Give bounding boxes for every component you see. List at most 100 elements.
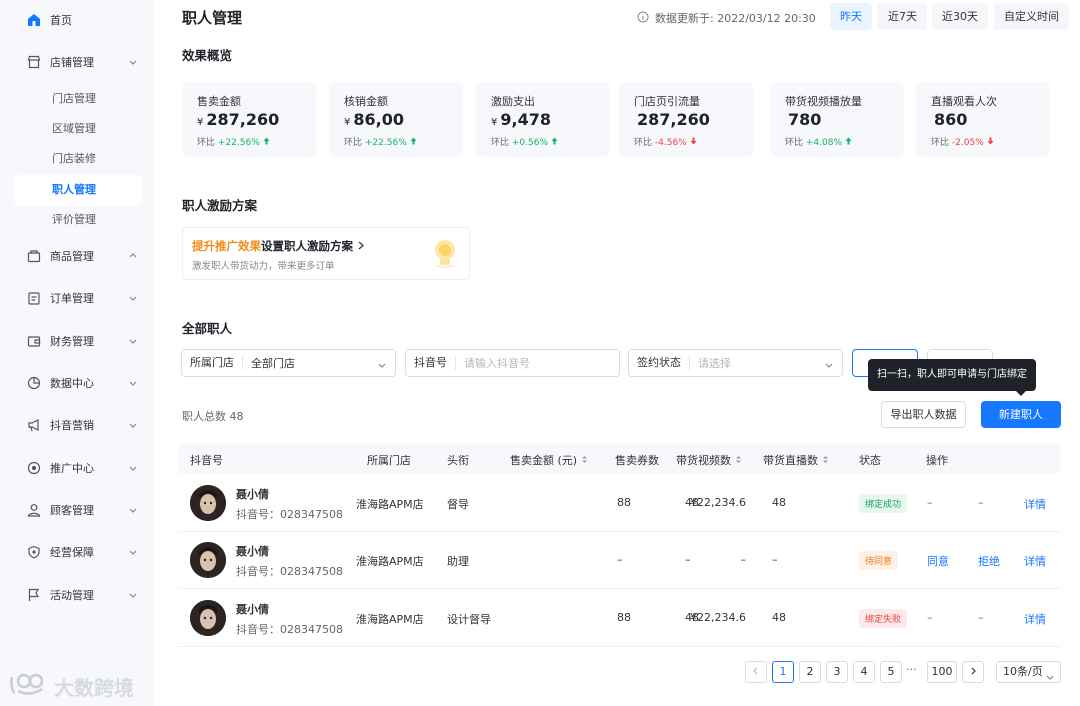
chevron-down-icon — [126, 291, 140, 305]
avatar — [190, 542, 226, 578]
action-approve[interactable]: – — [927, 611, 933, 624]
prev-page-button[interactable] — [745, 661, 767, 683]
trend-label: 环比 — [931, 138, 950, 148]
next-page-button[interactable] — [962, 661, 984, 683]
trend-label: 环比 — [197, 138, 216, 148]
staff-videos: 48 — [685, 496, 699, 509]
sidebar-item-finance[interactable]: 财务管理 — [26, 326, 138, 356]
sidebar-subitem-decoration[interactable]: 门店装修 — [52, 144, 96, 174]
metric-trend: 环比 +4.08% — [785, 135, 852, 148]
pagination-ellipsis: ··· — [906, 663, 917, 676]
sidebar-item-activities[interactable]: 活动管理 — [26, 580, 138, 610]
metric-trend: 环比 -2.05% — [931, 135, 994, 148]
chevron-down-icon — [126, 503, 140, 517]
metric-label: 售卖金额 — [197, 95, 241, 108]
chevron-down-icon — [126, 376, 140, 390]
watermark: 大数跨境 — [8, 671, 134, 702]
sidebar-subitem-store[interactable]: 门店管理 — [52, 84, 96, 114]
tooltip-arrow — [1016, 391, 1026, 396]
action-approve[interactable]: 同意 — [927, 553, 949, 569]
sidebar-item-guarantee[interactable]: 经营保障 — [26, 537, 138, 567]
filter-value: 全部门店 — [251, 357, 295, 370]
pie-chart-icon — [26, 375, 42, 391]
chevron-down-icon — [1046, 668, 1054, 688]
sidebar-item-customers[interactable]: 顾客管理 — [26, 495, 138, 525]
sign-status-filter[interactable]: 签约状态 请选择 — [628, 349, 843, 377]
watermark-text: 大数跨境 — [54, 676, 134, 700]
page-4[interactable]: 4 — [853, 661, 875, 683]
col-amount[interactable]: 售卖金额 (元) — [510, 452, 588, 468]
staff-lives: 48 — [772, 611, 786, 624]
sidebar-item-label: 店铺管理 — [50, 56, 94, 69]
sidebar-item-douyin-marketing[interactable]: 抖音营销 — [26, 410, 138, 440]
currency-symbol: ¥ — [491, 117, 498, 128]
sidebar-subitem-reviews[interactable]: 评价管理 — [52, 205, 96, 235]
chevron-down-icon — [126, 334, 140, 348]
action-details[interactable]: 详情 — [1024, 611, 1046, 627]
range-yesterday[interactable]: 昨天 — [830, 3, 872, 30]
page-2[interactable]: 2 — [799, 661, 821, 683]
metric-value: ¥287,260 — [197, 110, 279, 129]
metric-trend: 环比 +22.56% — [344, 135, 417, 148]
store-filter[interactable]: 所属门店 全部门店 — [181, 349, 396, 377]
sidebar-item-orders[interactable]: 订单管理 — [26, 283, 138, 313]
action-reject[interactable]: – — [978, 496, 984, 509]
range-30days[interactable]: 近30天 — [932, 3, 988, 30]
trend-label: 环比 — [491, 138, 510, 148]
staff-coupons: 88 — [617, 611, 631, 624]
action-reject[interactable]: 拒绝 — [978, 553, 1000, 569]
trend-value: +0.56% — [511, 138, 549, 148]
incentive-title: 职人激励方案 — [182, 198, 258, 213]
douyin-id-input[interactable]: 请输入抖音号 — [456, 355, 538, 371]
new-staff-button[interactable]: 新建职人 — [981, 401, 1061, 428]
trend-label: 环比 — [634, 138, 653, 148]
sidebar-item-label: 订单管理 — [50, 292, 94, 305]
staff-name: 聂小倩 — [236, 488, 269, 501]
sidebar-item-label: 财务管理 — [50, 335, 94, 348]
range-7days[interactable]: 近7天 — [878, 3, 927, 30]
action-reject[interactable]: – — [978, 611, 984, 624]
sidebar-item-label: 商品管理 — [50, 250, 94, 263]
staff-douyin-id: 抖音号：028347508 — [236, 508, 343, 521]
page-size-select[interactable]: 10条/页 — [996, 661, 1061, 683]
col-lives[interactable]: 带货直播数 — [763, 452, 829, 468]
sidebar-subitem-staff[interactable]: 职人管理 — [52, 175, 96, 205]
sidebar-subitem-region[interactable]: 区域管理 — [52, 114, 96, 144]
page-3[interactable]: 3 — [826, 661, 848, 683]
col-status: 状态 — [859, 454, 881, 467]
qr-tooltip: 扫一扫，职人即可申请与门店绑定 — [868, 359, 1036, 391]
action-approve[interactable]: – — [927, 496, 933, 509]
sidebar-item-home[interactable]: 首页 — [26, 5, 72, 35]
sidebar-item-data[interactable]: 数据中心 — [26, 368, 138, 398]
action-details[interactable]: 详情 — [1024, 496, 1046, 512]
col-douyin: 抖音号 — [190, 454, 223, 467]
range-custom[interactable]: 自定义时间 — [994, 3, 1069, 30]
action-details[interactable]: 详情 — [1024, 553, 1046, 569]
sidebar-item-goods[interactable]: 商品管理 — [26, 241, 138, 271]
sort-icon[interactable] — [581, 454, 588, 467]
page-5[interactable]: 5 — [880, 661, 902, 683]
staff-amount: – — [740, 553, 747, 566]
export-button[interactable]: 导出职人数据 — [881, 401, 966, 428]
filter-placeholder: 请选择 — [698, 357, 731, 370]
sort-icon[interactable] — [822, 454, 829, 467]
col-coupons: 售卖券数 — [615, 454, 659, 467]
chevron-up-icon — [126, 249, 140, 263]
metric-card: 激励支出 ¥9,478 环比 +0.56% — [476, 82, 610, 157]
col-videos[interactable]: 带货视频数 — [676, 452, 742, 468]
metric-card: 带货视频播放量 780 环比 +4.08% — [770, 82, 904, 157]
sidebar-item-label: 数据中心 — [50, 377, 94, 390]
arrow-up-icon — [845, 137, 852, 148]
sort-icon[interactable] — [735, 454, 742, 467]
page-1[interactable]: 1 — [772, 661, 794, 683]
page-last[interactable]: 100 — [927, 661, 957, 683]
trend-label: 环比 — [785, 138, 804, 148]
metric-value: 780 — [785, 110, 821, 129]
sidebar-item-store-mgmt[interactable]: 店铺管理 — [26, 47, 138, 77]
douyin-id-filter[interactable]: 抖音号 请输入抖音号 — [405, 349, 620, 377]
incentive-banner[interactable]: 提升推广效果设置职人激励方案 激发职人带货动力，带来更多订单 — [182, 227, 470, 280]
sidebar-item-promotion[interactable]: 推广中心 — [26, 453, 138, 483]
incentive-headline: 提升推广效果设置职人激励方案 — [192, 238, 365, 254]
filter-label: 所属门店 — [182, 356, 243, 370]
chevron-right-icon — [357, 239, 365, 253]
